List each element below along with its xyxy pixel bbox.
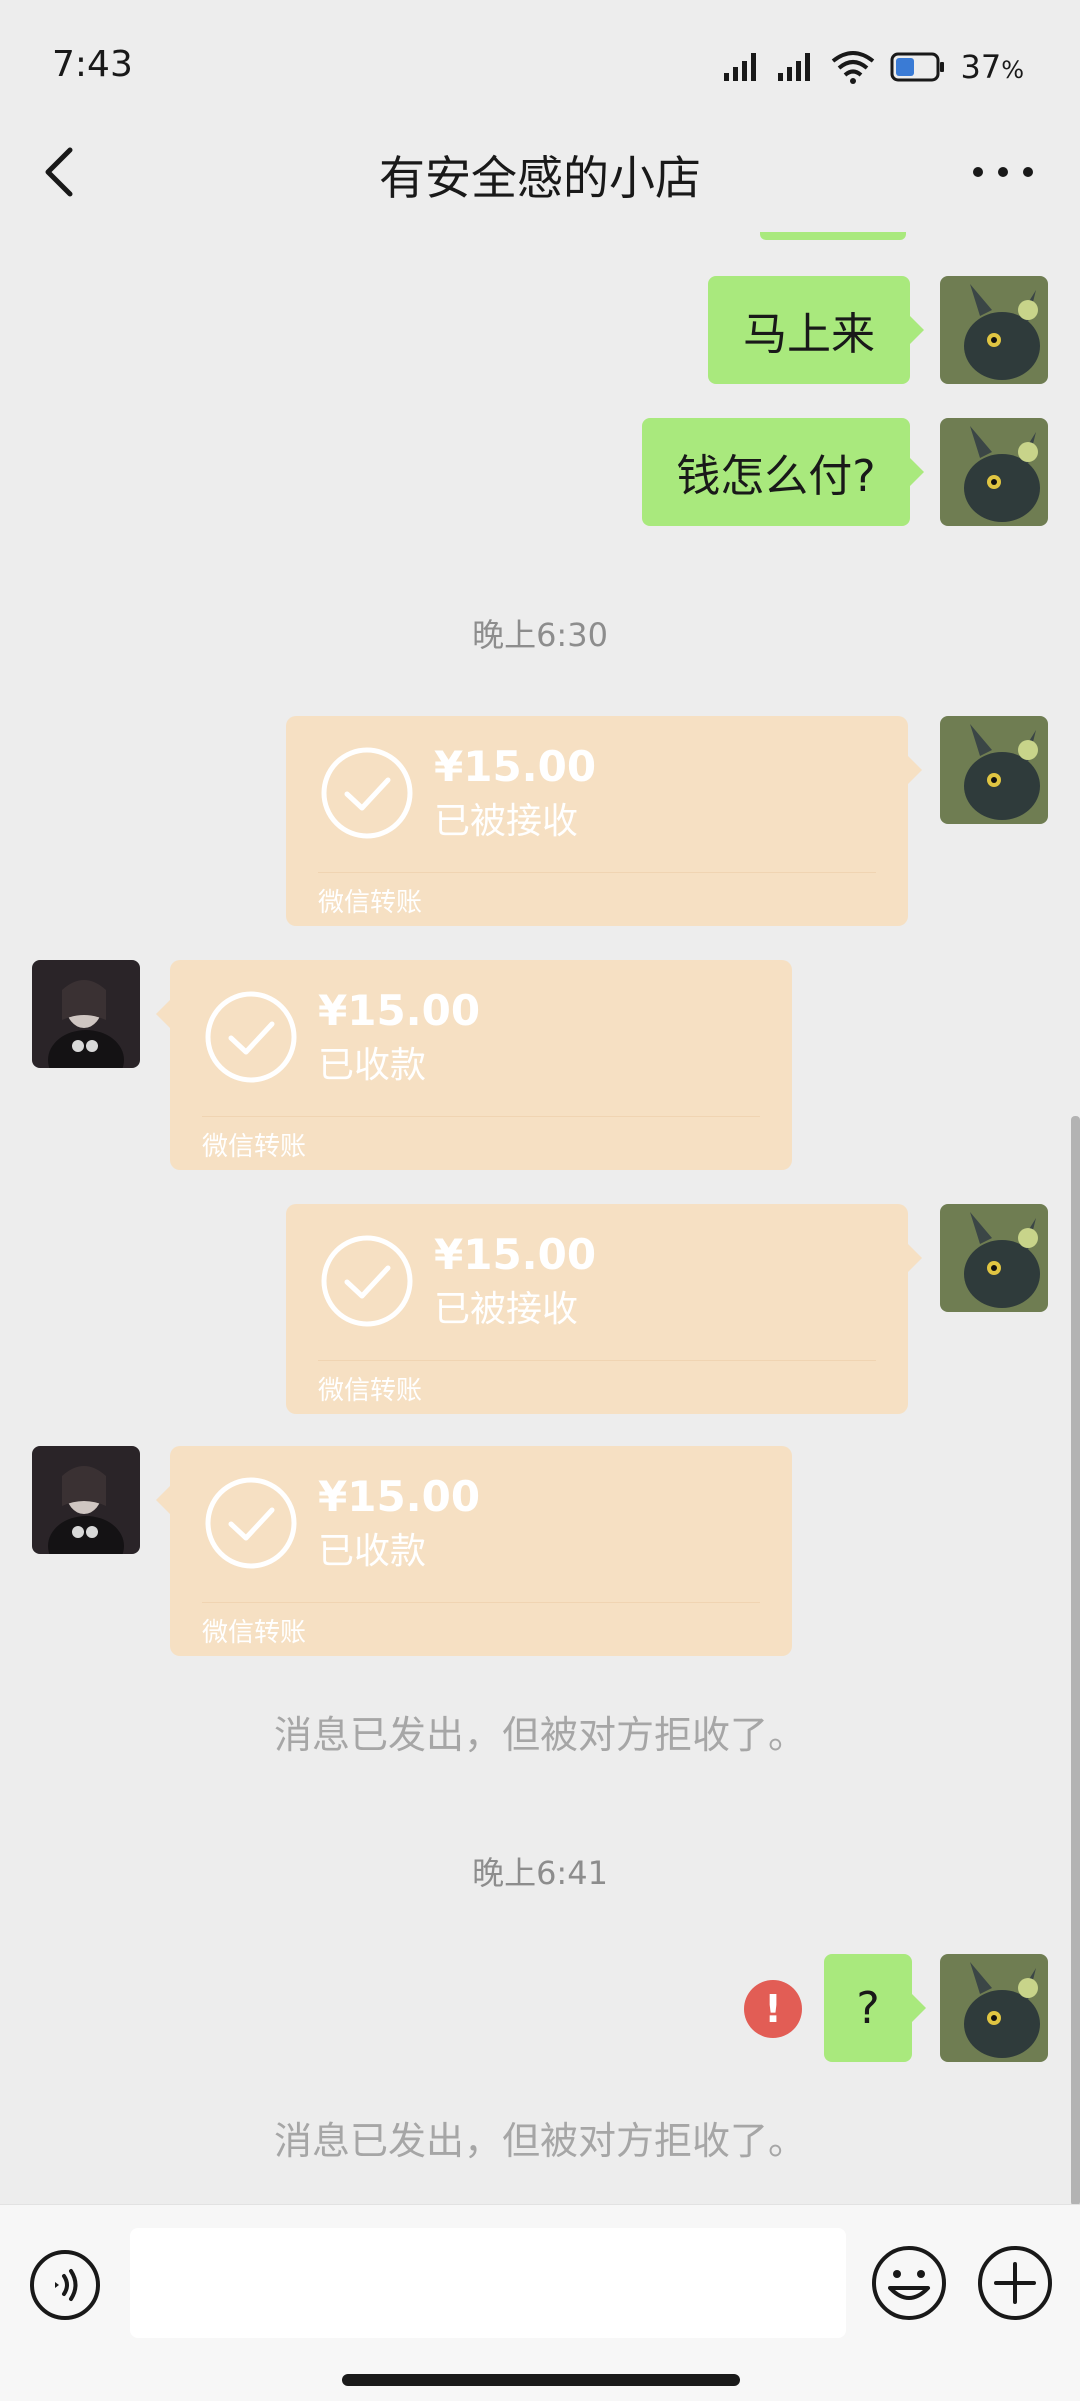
transfer-footer: 微信转账 <box>318 1376 423 1406</box>
system-notice: 消息已发出，但被对方拒收了。 <box>273 2119 806 2163</box>
transfer-card[interactable]: ¥15.00 已被接收 微信转账 <box>286 1204 908 1414</box>
battery-unit: % <box>1001 56 1024 84</box>
divider <box>202 1116 760 1117</box>
check-circle-icon <box>321 747 413 839</box>
transfer-card[interactable]: ¥15.00 已被接收 微信转账 <box>286 716 908 926</box>
battery-percent: 37 <box>960 48 1002 86</box>
transfer-footer: 微信转账 <box>202 1132 307 1162</box>
signal-icon <box>724 53 757 81</box>
timestamp: 晚上6:41 <box>472 1854 608 1892</box>
transfer-status: 已被接收 <box>434 1289 579 1330</box>
more-dots-icon[interactable] <box>968 160 1038 184</box>
battery-icon <box>890 52 945 82</box>
partial-bubble <box>760 232 906 240</box>
message-bubble[interactable]: 马上来 <box>708 276 910 384</box>
avatar[interactable] <box>940 418 1048 526</box>
transfer-card[interactable]: ¥15.00 已收款 微信转账 <box>170 960 792 1170</box>
transfer-status: 已被接收 <box>434 801 579 842</box>
divider <box>318 872 876 873</box>
avatar[interactable] <box>32 960 140 1068</box>
avatar[interactable] <box>940 276 1048 384</box>
error-icon[interactable]: ! <box>744 1980 802 2038</box>
transfer-footer: 微信转账 <box>202 1618 307 1648</box>
transfer-amount: ¥15.00 <box>318 986 481 1035</box>
chat-title: 有安全感的小店 <box>379 151 701 205</box>
message-bubble[interactable]: ? <box>824 1954 912 2062</box>
avatar[interactable] <box>940 1954 1048 2062</box>
avatar[interactable] <box>940 1204 1048 1312</box>
message-text: 钱怎么付? <box>676 451 876 502</box>
system-notice: 消息已发出，但被对方拒收了。 <box>273 1713 806 1757</box>
status-icons: 37% <box>722 48 1024 86</box>
status-time: 7:43 <box>52 44 133 85</box>
transfer-card[interactable]: ¥15.00 已收款 微信转账 <box>170 1446 792 1656</box>
divider <box>202 1602 760 1603</box>
scrollbar[interactable] <box>1071 1116 1080 2206</box>
transfer-footer: 微信转账 <box>318 888 423 918</box>
plus-icon[interactable] <box>976 2244 1054 2322</box>
check-circle-icon <box>205 1477 297 1569</box>
transfer-status: 已收款 <box>318 1045 427 1086</box>
home-indicator[interactable] <box>342 2374 740 2386</box>
transfer-amount: ¥15.00 <box>434 742 597 791</box>
check-circle-icon <box>321 1235 413 1327</box>
avatar[interactable] <box>32 1446 140 1554</box>
check-circle-icon <box>205 991 297 1083</box>
message-text: 马上来 <box>743 309 875 360</box>
wifi-icon <box>832 51 875 84</box>
signal-icon <box>778 53 811 81</box>
message-bubble[interactable]: 钱怎么付? <box>642 418 910 526</box>
voice-icon[interactable] <box>28 2248 102 2322</box>
message-input[interactable] <box>130 2228 846 2338</box>
transfer-amount: ¥15.00 <box>434 1230 597 1279</box>
timestamp: 晚上6:30 <box>472 616 608 654</box>
transfer-status: 已收款 <box>318 1531 427 1572</box>
divider <box>318 1360 876 1361</box>
emoji-icon[interactable] <box>870 2244 948 2322</box>
avatar[interactable] <box>940 716 1048 824</box>
message-text: ? <box>856 1982 880 2034</box>
transfer-amount: ¥15.00 <box>318 1472 481 1521</box>
